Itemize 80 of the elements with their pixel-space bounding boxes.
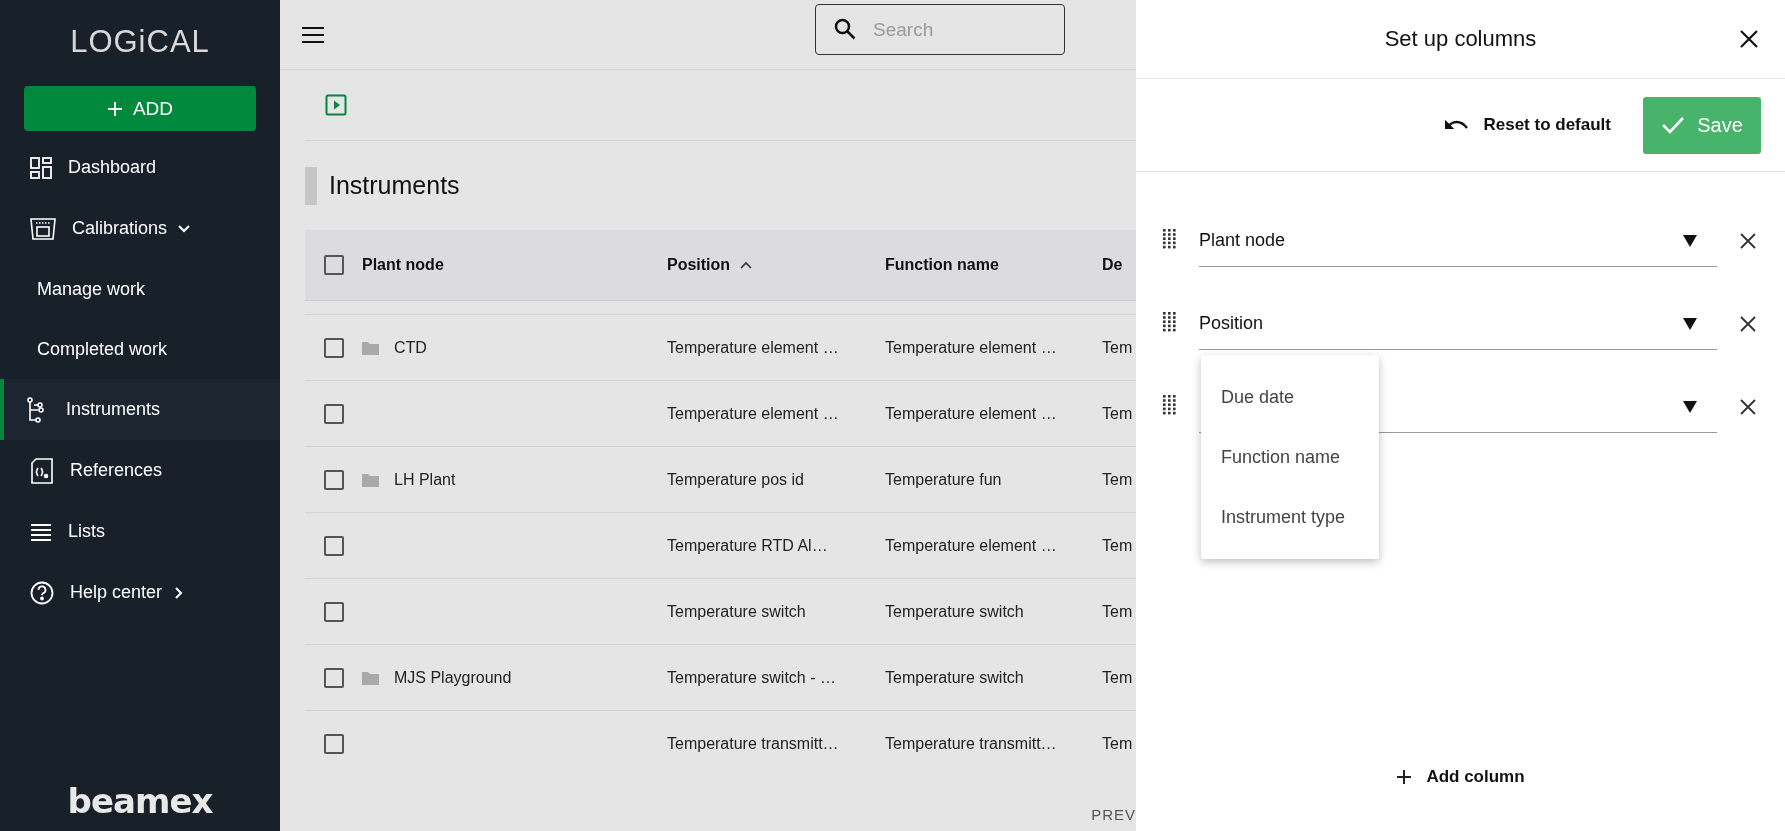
check-icon (1661, 116, 1686, 134)
remove-icon[interactable] (1740, 233, 1756, 249)
table-cell: Tem (1102, 470, 1133, 488)
panel-title: Set up columns (1384, 26, 1537, 52)
table-cell: CTD (394, 338, 427, 357)
table-cell: LH Plant (394, 470, 456, 489)
nav-item[interactable]: Completed work (0, 319, 280, 379)
row-checkbox[interactable] (323, 601, 344, 622)
nav-item[interactable]: References (0, 440, 280, 501)
table-cell: Tem (1102, 536, 1133, 554)
logo: LOGiCAL (70, 24, 210, 59)
close-icon[interactable] (1739, 29, 1759, 49)
column-header[interactable]: Position (667, 256, 753, 274)
row-checkbox[interactable] (323, 337, 344, 358)
footer-logo: beamex (67, 781, 213, 821)
table-cell: Temperature element … (667, 338, 839, 356)
table-cell: Temperature RTD Al… (667, 536, 828, 554)
previous-page-link[interactable]: PREV (1091, 806, 1136, 823)
remove-icon[interactable] (1740, 316, 1756, 332)
table-cell: Tem (1102, 404, 1133, 422)
column-header[interactable]: Plant node (362, 256, 444, 274)
table-cell: Temperature switch (667, 602, 806, 620)
nav-item[interactable]: Calibrations (0, 198, 280, 259)
row-checkbox[interactable] (323, 733, 344, 754)
help-icon (30, 580, 54, 605)
nav-item[interactable]: Lists (0, 501, 280, 562)
table-cell: Temperature element … (885, 404, 1057, 422)
column-select[interactable]: Position (1199, 290, 1717, 350)
table-cell: Temperature transmitt… (667, 734, 839, 752)
table-cell: Temperature pos id (667, 470, 804, 488)
row-checkbox[interactable] (323, 403, 344, 424)
table-cell: Temperature element … (667, 404, 839, 422)
row-checkbox[interactable] (323, 535, 344, 556)
add-button[interactable]: ADD (24, 86, 256, 131)
dropdown-option[interactable]: Due date (1201, 367, 1379, 427)
page-title: Instruments (329, 171, 460, 200)
table-cell: Tem (1102, 734, 1133, 752)
row-checkbox[interactable] (323, 667, 344, 688)
row-checkbox[interactable] (323, 469, 344, 490)
caret-icon (1683, 317, 1697, 330)
table-cell: Tem (1102, 602, 1133, 620)
title-accent-bar (305, 166, 317, 205)
table-cell: Tem (1102, 338, 1133, 356)
table-cell: Temperature fun (885, 470, 1002, 488)
drag-handle-icon[interactable] (1163, 229, 1176, 249)
play-icon[interactable] (325, 94, 347, 116)
column-header[interactable]: De (1102, 256, 1123, 274)
table-cell: Tem (1102, 668, 1133, 686)
caret-icon (1683, 400, 1697, 413)
table-cell: Temperature switch - … (667, 668, 836, 686)
plus-icon (1396, 769, 1413, 785)
select-all-checkbox[interactable] (323, 255, 344, 275)
table-cell: Temperature transmitt… (885, 734, 1057, 752)
remove-icon[interactable] (1740, 399, 1756, 415)
nav-item[interactable]: Dashboard (0, 137, 280, 198)
add-column-button[interactable]: Add column (1390, 766, 1531, 788)
table-cell: Temperature switch (885, 668, 1024, 686)
calibrator-icon (30, 217, 56, 240)
table-cell: Temperature switch (885, 602, 1024, 620)
dropdown-option[interactable]: Function name (1201, 427, 1379, 487)
table-cell: Temperature element … (885, 536, 1057, 554)
document-icon (30, 457, 54, 484)
column-header[interactable]: Function name (885, 256, 999, 274)
list-icon (30, 522, 52, 541)
drag-handle-icon[interactable] (1163, 312, 1176, 332)
nav-item[interactable]: Manage work (0, 259, 280, 319)
drag-handle-icon[interactable] (1163, 395, 1176, 415)
search-field[interactable]: Search (815, 4, 1065, 55)
caret-icon (1683, 234, 1697, 247)
nav-item[interactable]: Help center (0, 562, 280, 623)
column-select[interactable]: Plant node (1199, 207, 1717, 267)
search-icon (834, 18, 856, 40)
dashboard-icon (30, 156, 52, 179)
menu-icon[interactable] (302, 26, 324, 43)
table-cell: MJS Playground (394, 668, 512, 687)
plus-icon (106, 100, 123, 117)
reset-button[interactable]: Reset to default (1443, 115, 1611, 135)
nav-item[interactable]: Instruments (0, 379, 280, 440)
dropdown-option[interactable]: Instrument type (1201, 487, 1379, 547)
table-cell: Temperature element … (885, 338, 1057, 356)
